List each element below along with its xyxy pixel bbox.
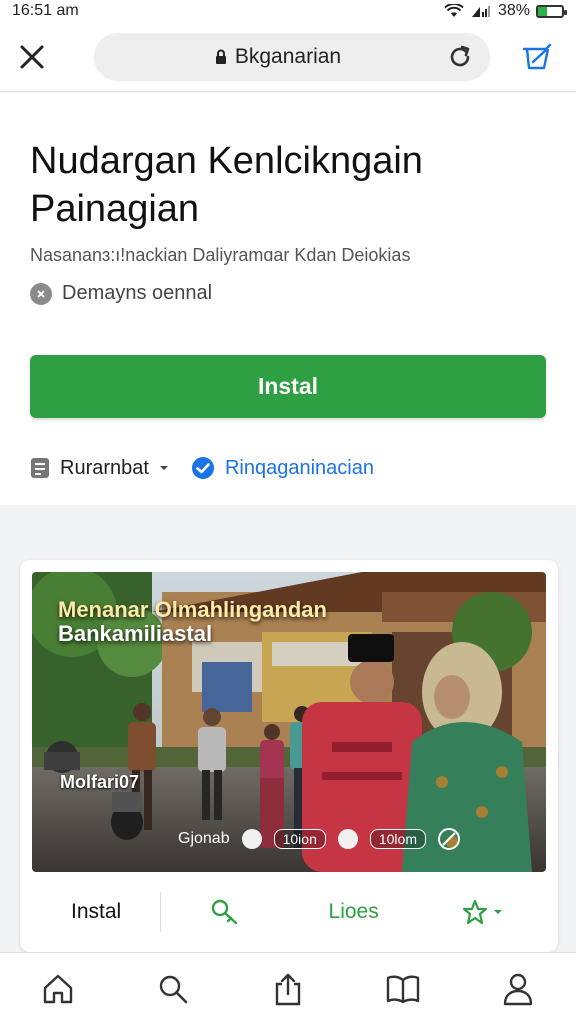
verified-link[interactable]: Rinqaganinacian [191, 456, 374, 480]
toggle-knob[interactable] [241, 829, 262, 849]
close-icon [20, 45, 44, 68]
star-dropdown[interactable] [418, 898, 546, 926]
app-meta-row: Rurarnbat Rinqaganinacian [30, 456, 546, 480]
star-icon [462, 899, 487, 925]
status-bar: 16:51 am 38% [0, 0, 576, 22]
app-info-card: Nudargan Kenlcikngain Painagian Nasananɜ… [0, 93, 576, 505]
close-button[interactable] [14, 39, 50, 75]
address-text-wrap: Bkganarian [110, 45, 446, 69]
address-bar[interactable]: Bkganarian [94, 32, 490, 81]
status-icons: 38% [444, 2, 567, 20]
feature-install-button[interactable]: Instal [32, 892, 162, 932]
mute-icon[interactable] [438, 828, 460, 850]
battery-percent: 38% [497, 2, 530, 19]
feature-image[interactable]: Menanar Olmahlingandan Bankamiliastal Mo… [32, 572, 546, 872]
chevron-down-icon [159, 466, 168, 470]
battery-level [538, 6, 548, 16]
nav-profile-button[interactable] [496, 967, 540, 1011]
status-time: 16:51 am [12, 2, 79, 19]
media-chip-1[interactable]: 10ion [273, 829, 326, 849]
person-icon [504, 973, 533, 1005]
shop-sign-text: Molfari07 [60, 772, 140, 792]
developer-dropdown[interactable]: Rurarnbat [30, 457, 169, 480]
app-title: Nudargan Kenlcikngain Painagian [30, 140, 423, 230]
toggle-knob-2[interactable] [337, 829, 358, 849]
search-icon [159, 975, 188, 1003]
browser-toolbar: Bkganarian [0, 22, 576, 92]
feature-banner-text: Menanar Olmahlingandan Bankamiliastal [58, 598, 327, 646]
nav-home-button[interactable] [36, 967, 80, 1011]
verified-icon [191, 457, 214, 479]
signal-icon [471, 6, 490, 17]
info-icon [30, 282, 52, 305]
feature-banner-line2: Bankamiliastal [58, 621, 213, 646]
wifi-icon [444, 4, 464, 17]
developer-name: Rurarnbat [60, 456, 149, 479]
key-button[interactable] [161, 898, 289, 926]
developer-icon [31, 458, 49, 478]
nav-search-button[interactable] [151, 967, 195, 1011]
verified-label: Rinqaganinacian [224, 456, 374, 479]
book-icon [386, 974, 420, 1003]
home-icon [43, 974, 72, 1003]
upload-icon [275, 973, 301, 1005]
app-subtitle: Nasananɜ:ı!nackian Daliyramɑar Kdan Deio… [30, 245, 411, 265]
like-button[interactable]: Lioes [290, 900, 418, 924]
feature-banner-line1: Menanar Olmahlingandan [58, 597, 327, 622]
key-icon [212, 899, 238, 925]
bottom-navigation [0, 952, 576, 1024]
nav-share-button[interactable] [266, 967, 310, 1011]
reload-icon[interactable] [446, 43, 474, 71]
media-chip-2[interactable]: 10lom [369, 829, 426, 849]
nav-bookmarks-button[interactable] [381, 967, 425, 1011]
rating-row: Demayns oennal [30, 282, 546, 305]
battery-icon [536, 4, 567, 18]
rating-text: Demayns oennal [62, 282, 213, 304]
install-button[interactable]: Instal [30, 355, 546, 418]
feature-card-actions: Instal Lioes [32, 872, 546, 952]
url-text: Bkganarian [234, 44, 342, 68]
chevron-down-icon [493, 910, 502, 914]
media-control-label: Gjonab [178, 830, 230, 847]
media-controls: Gjonab 10ion 10lom [178, 828, 460, 850]
share-icon[interactable] [520, 40, 554, 74]
lock-icon [215, 49, 226, 64]
feature-card: Menanar Olmahlingandan Bankamiliastal Mo… [20, 560, 558, 952]
